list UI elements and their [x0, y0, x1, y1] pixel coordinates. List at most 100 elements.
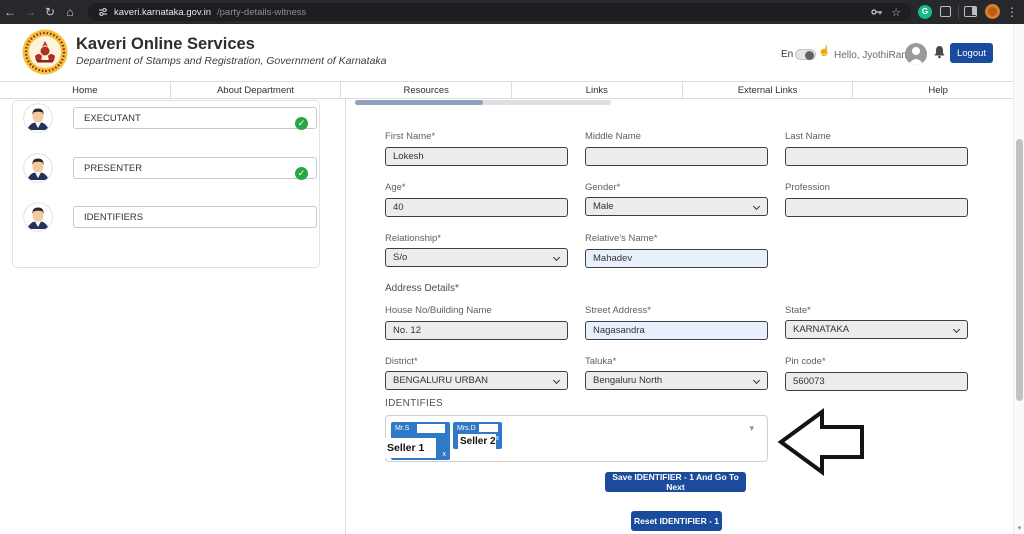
site-subtitle: Department of Stamps and Registration, G… [76, 55, 387, 67]
age-input[interactable] [385, 198, 568, 217]
pincode-label: Pin code* [785, 356, 968, 367]
sidebar-item-label-box[interactable]: PRESENTER ✓ [73, 157, 317, 179]
browser-toolbar: ← → ↻ ⌂ kaveri.karnataka.gov.in/party-de… [0, 0, 1024, 24]
completed-check-icon: ✓ [295, 117, 308, 130]
page-scrollbar[interactable]: ▾ [1013, 24, 1024, 534]
person-icon [905, 43, 927, 65]
last-name-input[interactable] [785, 147, 968, 166]
content-divider [345, 99, 346, 534]
tab-links[interactable]: Links [511, 81, 683, 99]
notification-bell-icon[interactable] [933, 45, 946, 64]
toggle-knob [805, 51, 814, 60]
grammarly-extension-icon[interactable]: G [918, 5, 932, 19]
password-key-icon[interactable] [871, 7, 883, 17]
party-avatar-icon [23, 153, 53, 183]
last-name-label: Last Name [785, 131, 968, 142]
address-details-heading: Address Details* [385, 283, 459, 294]
identifies-heading: IDENTIFIES [385, 398, 443, 409]
taluka-label: Taluka* [585, 356, 768, 367]
relatives-name-input[interactable] [585, 249, 768, 268]
party-avatar-icon [23, 202, 53, 232]
language-toggle[interactable] [795, 49, 816, 60]
relationship-value: S/o [393, 252, 407, 263]
home-icon[interactable]: ⌂ [60, 0, 80, 24]
browser-menu-icon[interactable]: ⋮ [1006, 0, 1018, 24]
reset-identifier-button[interactable]: Reset IDENTIFIER - 1 [631, 511, 722, 531]
middle-name-label: Middle Name [585, 131, 768, 142]
gender-label: Gender* [585, 182, 768, 193]
chip-remove-icon[interactable]: x [443, 451, 447, 458]
back-icon[interactable]: ← [0, 0, 20, 24]
relationship-label: Relationship* [385, 233, 568, 244]
redaction-box [479, 424, 498, 432]
profession-label: Profession [785, 182, 968, 193]
sign-language-icon[interactable]: ☝ [818, 46, 830, 57]
site-settings-icon[interactable] [98, 7, 108, 17]
reload-icon[interactable]: ↻ [40, 0, 60, 24]
gender-value: Male [593, 201, 614, 212]
site-header: Kaveri Online Services Department of Sta… [0, 24, 1024, 81]
annotation-overlay-seller2: Seller 2 [458, 434, 496, 449]
site-title: Kaveri Online Services [76, 35, 255, 54]
url-path: /party-details-witness [217, 7, 306, 18]
karnataka-emblem-logo [22, 29, 68, 75]
content-hscrollbar-thumb[interactable] [355, 100, 483, 105]
state-select[interactable]: KARNATAKA [785, 320, 968, 339]
annotation-arrow-left [776, 408, 868, 478]
taluka-select[interactable]: Bengaluru North [585, 371, 768, 390]
first-name-label: First Name* [385, 131, 568, 142]
gender-select[interactable]: Male [585, 197, 768, 216]
relationship-select[interactable]: S/o [385, 248, 568, 267]
identifier-chip-2[interactable]: Mrs.D x Seller 2 [453, 422, 502, 449]
scroll-down-arrow-icon[interactable]: ▾ [1015, 524, 1024, 532]
sidebar-item-identifiers[interactable]: IDENTIFIERS [13, 202, 321, 232]
chevron-down-icon [553, 254, 560, 261]
pincode-input[interactable] [785, 372, 968, 391]
middle-name-input[interactable] [585, 147, 768, 166]
dropdown-caret-icon[interactable]: ▾ [749, 423, 754, 434]
annotation-overlay-seller1: Seller 1 [384, 438, 436, 458]
forward-icon[interactable]: → [20, 0, 40, 24]
tab-about-department[interactable]: About Department [170, 81, 342, 99]
state-value: KARNATAKA [793, 324, 849, 335]
completed-check-icon: ✓ [295, 167, 308, 180]
chip-remove-icon[interactable]: x [496, 435, 500, 442]
tab-help[interactable]: Help [852, 81, 1024, 99]
logout-button[interactable]: Logout [950, 43, 993, 63]
sidebar-item-label-box[interactable]: EXECUTANT✓ [73, 107, 317, 129]
relatives-name-label: Relative's Name* [585, 233, 768, 244]
chevron-down-icon [753, 203, 760, 210]
address-bar[interactable]: kaveri.karnataka.gov.in/party-details-wi… [88, 3, 911, 21]
extension-box-icon[interactable] [940, 6, 951, 17]
house-no-label: House No/Building Name [385, 305, 568, 316]
identifier-chip-1[interactable]: Mr.S x Seller 1 [391, 422, 450, 460]
tab-home[interactable]: Home [0, 81, 171, 99]
browser-profile-avatar[interactable] [985, 4, 1000, 19]
side-panel-icon[interactable] [964, 6, 977, 17]
sidebar-item-label: IDENTIFIERS [84, 212, 143, 223]
page-scrollbar-thumb[interactable] [1016, 139, 1023, 401]
first-name-input[interactable] [385, 147, 568, 166]
chip-name-text: Mrs.D [457, 425, 476, 432]
age-label: Age* [385, 182, 568, 193]
chip-name-text: Mr.S [395, 425, 409, 432]
sidebar-item-label-box[interactable]: IDENTIFIERS [73, 206, 317, 228]
main-nav: Home About Department Resources Links Ex… [0, 81, 1024, 99]
house-no-input[interactable] [385, 321, 568, 340]
sidebar-item-executant[interactable]: EXECUTANT✓ [13, 103, 321, 133]
tab-external-links[interactable]: External Links [682, 81, 854, 99]
toolbar-divider [958, 5, 959, 19]
redaction-box [417, 424, 445, 433]
save-identifier-button[interactable]: Save IDENTIFIER - 1 And Go To Next [605, 472, 746, 492]
sidebar-item-presenter[interactable]: PRESENTER ✓ [13, 153, 321, 183]
tab-resources[interactable]: Resources [340, 81, 512, 99]
district-select[interactable]: BENGALURU URBAN [385, 371, 568, 390]
identifies-multiselect[interactable]: Mr.S x Seller 1 Mrs.D x Seller 2 ▾ [385, 415, 768, 462]
profession-input[interactable] [785, 198, 968, 217]
taluka-value: Bengaluru North [593, 375, 662, 386]
party-avatar-icon [23, 103, 53, 133]
user-avatar[interactable] [905, 43, 927, 65]
sidebar-item-label: PRESENTER [84, 163, 142, 174]
bookmark-star-icon[interactable]: ☆ [891, 6, 901, 19]
street-address-input[interactable] [585, 321, 768, 340]
